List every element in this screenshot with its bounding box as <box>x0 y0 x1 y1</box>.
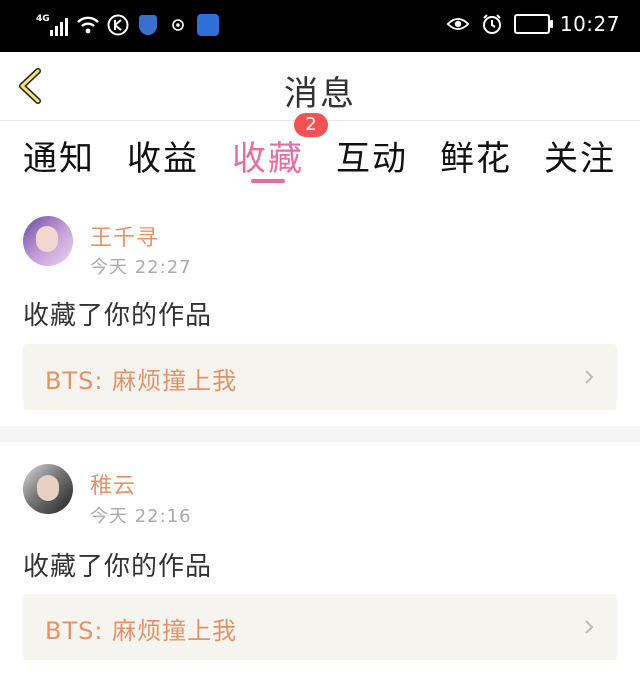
avatar[interactable] <box>23 216 73 266</box>
work-link[interactable]: BTS: 麻烦撞上我 <box>23 594 617 660</box>
status-right: 10:27 <box>446 12 620 36</box>
chevron-right-icon <box>585 370 594 384</box>
avatar[interactable] <box>23 464 73 514</box>
alarm-icon <box>480 12 504 36</box>
tab-favorites[interactable]: 收藏 <box>216 131 320 180</box>
chevron-right-icon <box>585 620 594 634</box>
cellular-signal-icon: 4G <box>36 12 70 38</box>
tab-earnings[interactable]: 收益 <box>111 131 215 180</box>
tab-flowers[interactable]: 鲜花 <box>424 131 528 180</box>
camera-app-icon <box>166 13 190 37</box>
k-app-icon <box>106 13 130 37</box>
favorites-count-badge: 2 <box>294 113 328 137</box>
hotspot-icon <box>196 13 220 37</box>
message-action: 收藏了你的作品 <box>23 552 213 582</box>
wifi-icon <box>76 13 100 37</box>
status-left: 4G <box>36 12 220 38</box>
user-name[interactable]: 稚云 <box>90 468 136 500</box>
work-link[interactable]: BTS: 麻烦撞上我 <box>23 344 617 410</box>
clock: 10:27 <box>559 12 620 36</box>
network-type: 4G <box>36 14 50 24</box>
tab-interactions[interactable]: 互动 <box>320 131 424 180</box>
tab-follows[interactable]: 关注 <box>528 131 632 180</box>
shield-icon <box>136 13 160 37</box>
message-card: 王千寻 今天 22:27 收藏了你的作品 BTS: 麻烦撞上我 <box>0 197 640 426</box>
user-name[interactable]: 王千寻 <box>90 220 159 252</box>
message-action: 收藏了你的作品 <box>23 301 213 331</box>
eye-comfort-icon <box>446 12 470 36</box>
message-card: 稚云 今天 22:16 收藏了你的作品 BTS: 麻烦撞上我 <box>0 442 640 690</box>
work-title: BTS: 麻烦撞上我 <box>45 617 238 645</box>
message-time: 今天 22:16 <box>90 506 192 527</box>
message-time: 今天 22:27 <box>90 257 192 278</box>
battery-icon <box>513 14 553 34</box>
status-bar: 4G 10:27 <box>0 0 640 52</box>
active-tab-indicator <box>251 179 285 183</box>
page-title: 消息 <box>284 74 356 114</box>
tab-notifications[interactable]: 通知 <box>7 131 111 180</box>
work-title: BTS: 麻烦撞上我 <box>45 367 238 395</box>
nav-header: 消息 <box>0 52 640 121</box>
